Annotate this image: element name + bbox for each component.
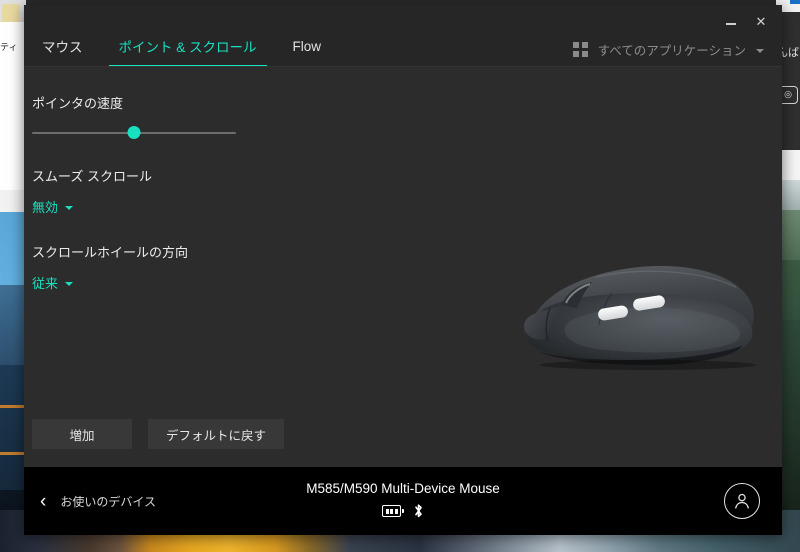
wallpaper-streak (0, 452, 26, 455)
desktop-wallpaper-right-lower (782, 320, 800, 510)
pointer-speed-slider[interactable] (32, 126, 236, 140)
tab-point-and-scroll[interactable]: ポイント & スクロール (101, 25, 275, 67)
slider-thumb[interactable] (127, 126, 141, 139)
all-applications-label: すべてのアプリケーション (597, 44, 746, 58)
tab-bar: マウス ポイント & スクロール Flow (24, 25, 339, 67)
background-browser-left-tab (2, 4, 20, 22)
background-browser-left: ティ (0, 0, 26, 190)
logitech-options-window: ✕ マウス ポイント & スクロール Flow すべてのアプリケーション ポイン… (24, 5, 782, 535)
add-button[interactable]: 増加 (32, 419, 132, 449)
scroll-direction-dropdown[interactable]: 従来 (32, 273, 74, 292)
tab-flow[interactable]: Flow (275, 25, 340, 67)
tab-mouse-label: マウス (42, 40, 83, 55)
all-applications-dropdown[interactable]: すべてのアプリケーション (572, 40, 764, 59)
tab-flow-label: Flow (292, 38, 322, 54)
settings-content: ポインタの速度 スムーズ スクロール 無効 スクロールホイールの方向 従来 増加… (24, 67, 782, 467)
scroll-direction-label: スクロールホイールの方向 (32, 245, 189, 260)
device-name: M585/M590 Multi-Device Mouse (306, 481, 500, 496)
close-button[interactable]: ✕ (746, 9, 776, 33)
action-buttons: 増加 デフォルトに戻す (32, 419, 285, 449)
chevron-left-icon: ‹ (40, 490, 47, 512)
setting-scroll-direction: スクロールホイールの方向 従来 (32, 242, 332, 292)
setting-pointer-speed: ポインタの速度 (32, 93, 332, 140)
settings-list: ポインタの速度 スムーズ スクロール 無効 スクロールホイールの方向 従来 (32, 93, 332, 318)
back-to-devices-button[interactable]: ‹ お使いのデバイス (40, 467, 156, 535)
battery-icon (382, 505, 404, 517)
mouse-product-image (500, 253, 770, 383)
chevron-down-icon (65, 205, 74, 210)
screen: ティ んば ◎ ✕ マウス ポイント & スクロール Flow すべてのアプリケ… (0, 0, 800, 552)
account-avatar-icon (734, 493, 750, 509)
account-button[interactable] (724, 483, 760, 519)
background-browser-left-tabbar (0, 0, 26, 22)
chevron-down-icon (65, 281, 74, 286)
minimize-icon (726, 23, 736, 25)
setting-smooth-scroll: スムーズ スクロール 無効 (32, 166, 332, 216)
tab-mouse[interactable]: マウス (24, 25, 101, 67)
tab-point-and-scroll-label: ポイント & スクロール (118, 40, 257, 55)
desktop-wallpaper-left (0, 190, 26, 552)
background-browser-left-text: ティ (0, 42, 18, 52)
background-browser-right-accent (790, 0, 800, 4)
reset-to-default-button[interactable]: デフォルトに戻す (148, 419, 285, 449)
bluetooth-icon (415, 504, 422, 518)
chevron-down-icon (756, 48, 764, 53)
grid-icon (572, 42, 588, 57)
mouse-illustration-svg (524, 266, 756, 370)
close-icon: ✕ (755, 13, 767, 29)
device-bar: ‹ お使いのデバイス M585/M590 Multi-Device Mouse (24, 467, 782, 535)
minimize-button[interactable] (716, 9, 746, 33)
scroll-direction-value: 従来 (32, 276, 59, 291)
pointer-speed-label: ポインタの速度 (32, 96, 124, 111)
device-status-icons (382, 503, 424, 519)
smooth-scroll-value: 無効 (32, 200, 59, 215)
window-controls: ✕ (716, 9, 776, 33)
window-titlebar: ✕ マウス ポイント & スクロール Flow すべてのアプリケーション (24, 5, 782, 67)
smooth-scroll-dropdown[interactable]: 無効 (32, 197, 74, 216)
wallpaper-streak (0, 405, 26, 408)
back-to-devices-label: お使いのデバイス (60, 494, 156, 509)
desktop-wallpaper-right-upper (782, 150, 800, 320)
smooth-scroll-label: スムーズ スクロール (32, 169, 152, 184)
